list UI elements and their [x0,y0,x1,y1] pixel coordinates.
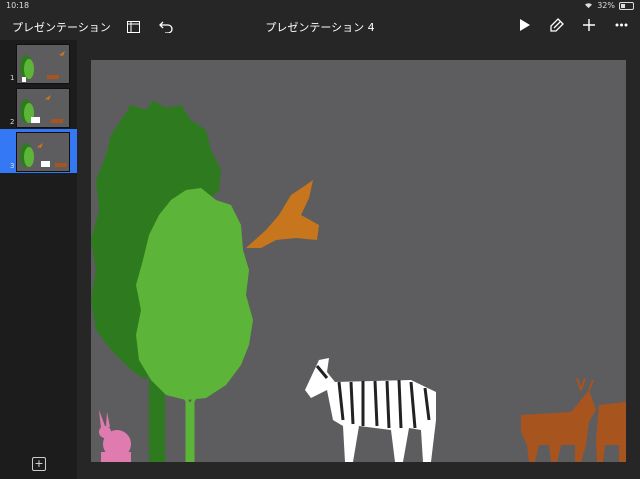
slide-thumbnail-1[interactable]: 1 [0,41,77,85]
format-brush-icon[interactable] [548,16,566,34]
slide-canvas[interactable] [91,60,626,462]
deer[interactable] [521,377,596,462]
deer-partial[interactable] [596,402,626,462]
battery-icon [619,1,634,10]
plus-icon[interactable] [580,16,598,34]
wifi-icon [585,3,593,9]
toolbar: プレゼンテーション プレゼンテーション 4 [0,12,640,40]
rabbit[interactable] [99,410,131,462]
status-bar: 10:18 32% [0,0,640,12]
more-icon[interactable] [612,16,630,34]
zebra[interactable] [305,358,436,462]
status-time: 10:18 [6,1,30,10]
slide-thumbnail-2[interactable]: 2 [0,85,77,129]
slide-navigator: 1 2 3 + [0,40,77,479]
add-slide-icon[interactable]: + [32,457,46,471]
slide-thumbnail-3[interactable]: 3 [0,129,77,173]
battery-percent: 32% [597,1,615,10]
bird[interactable] [246,180,319,248]
play-icon[interactable] [516,16,534,34]
slide-canvas-area [77,40,640,479]
